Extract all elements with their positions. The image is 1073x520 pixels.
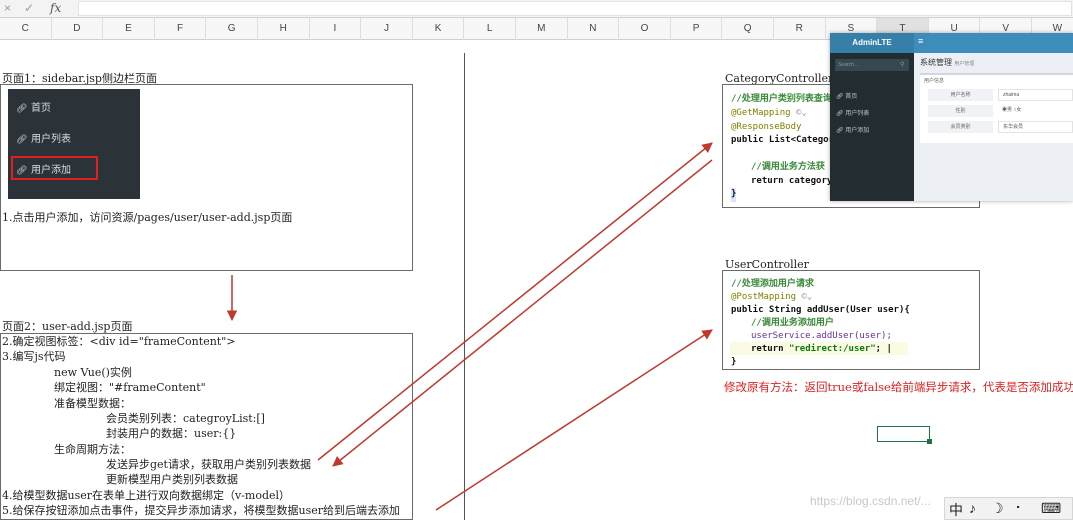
arrow-from-category: [332, 159, 713, 467]
arrows-layer: [226, 142, 713, 511]
arrow-to-category: [317, 142, 713, 461]
arrow-to-user: [435, 329, 713, 511]
